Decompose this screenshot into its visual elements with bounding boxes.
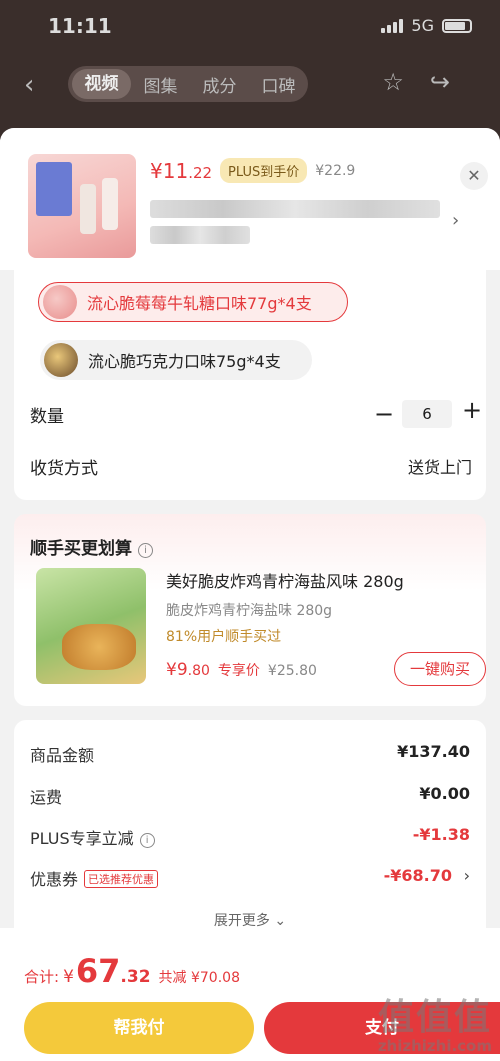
coupon-row[interactable]: 优惠券 已选推荐优惠 -¥68.70 › (30, 866, 470, 890)
quantity-label: 数量 (30, 407, 64, 427)
purchase-sheet: ¥11.22 PLUS到手价 ¥22.9 ✕ › 流心脆莓莓牛轧糖口味77g*4… (0, 128, 500, 1061)
coupon-tag: 已选推荐优惠 (84, 870, 159, 888)
product-header: ¥11.22 PLUS到手价 ¥22.9 ✕ › (0, 128, 500, 270)
addon-product-image[interactable] (36, 568, 146, 684)
shipping-label: 收货方式 (30, 459, 98, 479)
background-page: 11:11 5G ‹ 视频 图集 成分 口碑 ☆ ↪ (0, 0, 500, 140)
total-discount: 共减 ¥70.08 (158, 970, 240, 986)
status-icons: 5G (381, 16, 472, 35)
options-card: 流心脆莓莓牛轧糖口味77g*4支 流心脆巧克力口味75g*4支 数量 − 6 +… (14, 270, 486, 500)
addon-price-tag: 专享价 (217, 663, 260, 679)
addon-price-row: ¥9.80 专享价 ¥25.80 (166, 660, 317, 680)
one-click-buy-button[interactable]: 一键购买 (394, 652, 486, 686)
summary-label: PLUS专享立减 (30, 829, 134, 848)
network-label: 5G (411, 16, 434, 35)
blurred-text (150, 200, 440, 218)
original-price: ¥22.9 (315, 162, 356, 179)
summary-row: PLUS专享立减 i -¥1.38 (30, 825, 470, 849)
addon-card: 顺手买更划算 i 美好脆皮炸鸡青柠海盐风味 280g 脆皮炸鸡青柠海盐味 280g… (14, 514, 486, 706)
variant-thumbnail (44, 343, 78, 377)
addon-price: ¥9.80 (166, 660, 210, 680)
back-icon[interactable]: ‹ (24, 70, 34, 100)
total-value: 67 (75, 952, 121, 990)
bottom-bar: 合计: ¥ 67 .32 共减 ¥70.08 帮我付 支付 值值值 zhizhi… (0, 928, 500, 1061)
product-price: ¥11.22 (150, 158, 213, 183)
summary-row: 商品金额 ¥137.40 (30, 742, 470, 766)
chevron-right-icon[interactable]: › (464, 866, 470, 885)
share-icon[interactable]: ↪ (430, 68, 450, 96)
media-tabs: 视频 图集 成分 口碑 (68, 66, 308, 102)
tab-video[interactable]: 视频 (72, 69, 131, 99)
variant-thumbnail (43, 285, 77, 319)
info-icon[interactable]: i (138, 543, 153, 558)
variant-option-selected[interactable]: 流心脆莓莓牛轧糖口味77g*4支 (38, 282, 348, 322)
addon-original-price: ¥25.80 (267, 663, 317, 679)
summary-value: ¥137.40 (397, 742, 470, 761)
blurred-text (150, 226, 250, 244)
quantity-input[interactable]: 6 (402, 400, 452, 428)
tab-gallery[interactable]: 图集 (131, 72, 190, 97)
total-price: 合计: ¥ 67 .32 共减 ¥70.08 (24, 952, 240, 990)
chevron-right-icon[interactable]: › (452, 210, 459, 231)
addon-bought-stat: 81%用户顺手买过 (166, 629, 282, 645)
summary-card: 商品金额 ¥137.40 运费 ¥0.00 PLUS专享立减 i -¥1.38 优… (14, 720, 486, 940)
summary-value: -¥1.38 (412, 825, 470, 844)
signal-icon (381, 18, 404, 33)
summary-label: 运费 (30, 788, 63, 807)
tab-ingredients[interactable]: 成分 (190, 72, 249, 97)
summary-value: -¥68.70 (383, 866, 452, 885)
variant-label: 流心脆莓莓牛轧糖口味77g*4支 (87, 294, 312, 313)
status-bar: 11:11 5G (0, 0, 500, 55)
product-thumbnail (28, 154, 136, 258)
variant-option[interactable]: 流心脆巧克力口味75g*4支 (40, 340, 312, 380)
top-navbar: ‹ 视频 图集 成分 口碑 ☆ ↪ (0, 62, 500, 106)
total-label: 合计: (24, 968, 60, 986)
plus-price-badge: PLUS到手价 (220, 158, 308, 183)
summary-value: ¥0.00 (419, 784, 470, 803)
summary-row: 运费 ¥0.00 (30, 784, 470, 808)
watermark: 值值值 zhizhizhi.com (377, 997, 492, 1056)
expand-more[interactable]: 展开更多 ⌄ (14, 910, 486, 930)
plus-button[interactable]: + (462, 396, 482, 424)
info-icon[interactable]: i (139, 833, 155, 848)
battery-icon (442, 18, 472, 33)
summary-label: 优惠券 (30, 870, 79, 889)
addon-title: 顺手买更划算 i (30, 534, 153, 559)
close-button[interactable]: ✕ (460, 162, 488, 190)
shipping-method[interactable]: 送货上门 (408, 454, 472, 478)
variant-label: 流心脆巧克力口味75g*4支 (88, 352, 281, 371)
summary-label: 商品金额 (30, 746, 95, 765)
tab-reviews[interactable]: 口碑 (249, 72, 308, 97)
chevron-down-icon: ⌄ (274, 913, 287, 929)
minus-button[interactable]: − (374, 400, 394, 428)
price-row: ¥11.22 PLUS到手价 ¥22.9 (150, 158, 355, 183)
nav-actions: ☆ ↪ (382, 68, 450, 96)
addon-subtitle: 脆皮炸鸡青柠海盐味 280g (166, 603, 333, 619)
status-time: 11:11 (48, 14, 112, 38)
star-icon[interactable]: ☆ (382, 68, 404, 96)
addon-name[interactable]: 美好脆皮炸鸡青柠海盐风味 280g (166, 568, 404, 592)
help-pay-button[interactable]: 帮我付 (24, 1002, 254, 1054)
